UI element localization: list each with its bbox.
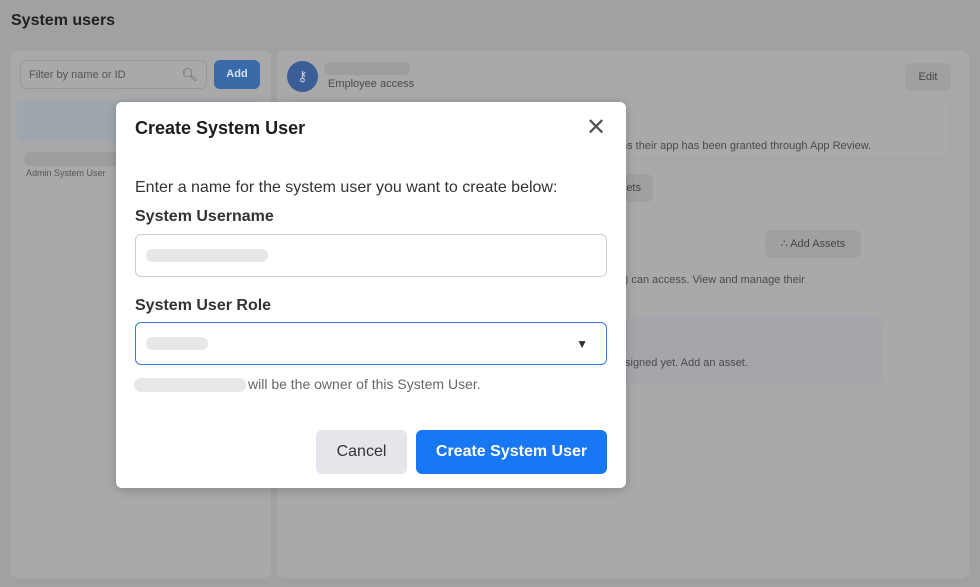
- key-icon: ⚷: [287, 61, 318, 92]
- owner-name-placeholder: [134, 378, 246, 393]
- user-name-placeholder: [324, 62, 410, 75]
- edit-button[interactable]: Edit: [905, 63, 951, 91]
- owner-text: will be the owner of this System User.: [248, 376, 481, 392]
- dialog-description: Enter a name for the system user you wan…: [135, 179, 558, 196]
- username-label: System Username: [135, 208, 274, 225]
- filter-input[interactable]: Filter by name or ID 🔍︎: [20, 60, 207, 89]
- app-review-text: ns their app has been granted through Ap…: [621, 140, 872, 152]
- empty-assets-text: signed yet. Add an asset.: [625, 357, 748, 369]
- page-title: System users: [11, 12, 116, 29]
- create-system-user-button[interactable]: Create System User: [416, 430, 607, 474]
- create-system-user-dialog: Create System User ✕ Enter a name for th…: [116, 102, 626, 488]
- username-value-placeholder: [146, 249, 268, 262]
- dialog-title: Create System User: [135, 118, 306, 138]
- access-text: r) can access. View and manage their: [621, 274, 805, 286]
- list-item-role: Admin System User: [26, 168, 106, 178]
- close-icon[interactable]: ✕: [586, 116, 606, 140]
- role-label: System User Role: [135, 297, 272, 314]
- cancel-button[interactable]: Cancel: [316, 430, 407, 474]
- username-input[interactable]: [135, 234, 607, 277]
- owner-note: will be the owner of this System User.: [134, 376, 481, 393]
- role-value-placeholder: [146, 337, 208, 350]
- assets-icon: ∴: [780, 238, 791, 250]
- add-assets-label: Add Assets: [790, 238, 846, 250]
- filter-placeholder: Filter by name or ID: [29, 69, 126, 81]
- search-icon: 🔍︎: [181, 67, 198, 82]
- caret-down-icon: ▼: [576, 337, 588, 351]
- add-assets-button[interactable]: ∴ Add Assets: [765, 230, 861, 258]
- role-select[interactable]: ▼: [135, 322, 607, 365]
- add-button[interactable]: Add: [214, 60, 260, 89]
- access-label: Employee access: [328, 78, 415, 90]
